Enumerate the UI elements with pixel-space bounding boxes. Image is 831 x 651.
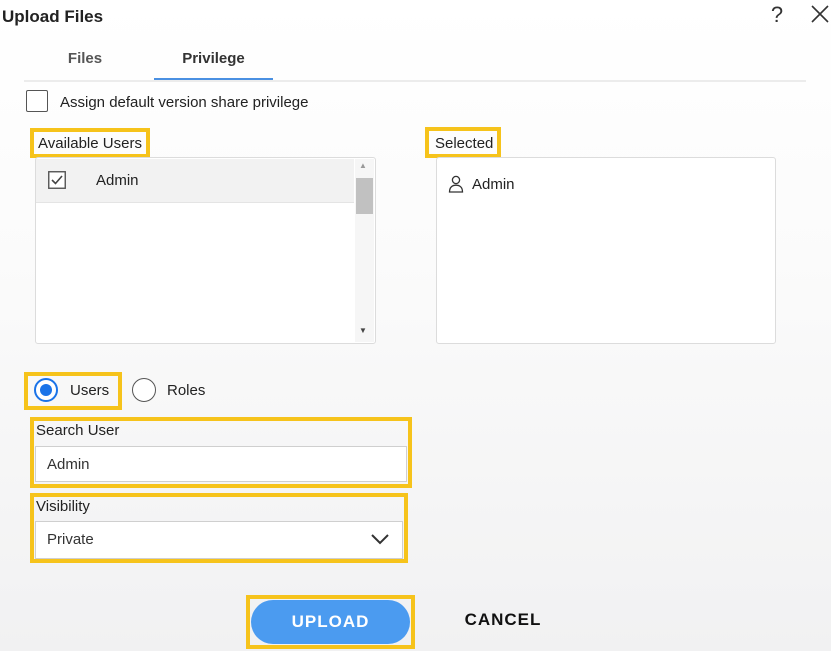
list-item-label: Admin bbox=[96, 172, 139, 189]
checkbox-checked-icon[interactable] bbox=[48, 171, 66, 189]
upload-button[interactable]: UPLOAD bbox=[251, 600, 410, 644]
selected-item-label: Admin bbox=[472, 176, 515, 193]
tab-files[interactable]: Files bbox=[30, 48, 140, 78]
visibility-label: Visibility bbox=[36, 498, 90, 515]
search-user-input[interactable] bbox=[35, 446, 407, 482]
roles-radio[interactable] bbox=[132, 378, 156, 402]
scroll-thumb[interactable] bbox=[356, 178, 373, 214]
selected-label: Selected bbox=[425, 127, 502, 158]
available-users-label: Available Users bbox=[30, 128, 150, 158]
list-item[interactable] bbox=[36, 159, 354, 203]
user-icon bbox=[448, 175, 464, 193]
scroll-up-icon[interactable]: ▲ bbox=[359, 161, 367, 170]
close-icon[interactable] bbox=[809, 2, 831, 26]
assign-default-checkbox[interactable] bbox=[26, 90, 48, 112]
help-icon[interactable]: ? bbox=[767, 2, 787, 28]
tab-divider bbox=[24, 80, 806, 82]
visibility-value: Private bbox=[47, 531, 94, 548]
users-radio-label[interactable]: Users bbox=[70, 382, 109, 399]
dialog-title: Upload Files bbox=[2, 7, 104, 26]
search-user-label: Search User bbox=[36, 422, 120, 439]
scroll-down-icon[interactable]: ▼ bbox=[359, 326, 367, 335]
cancel-button[interactable]: CANCEL bbox=[456, 610, 550, 630]
chevron-down-icon[interactable] bbox=[370, 532, 390, 546]
assign-default-label: Assign default version share privilege bbox=[60, 94, 309, 111]
users-radio[interactable] bbox=[34, 378, 58, 402]
tab-privilege[interactable]: Privilege bbox=[154, 48, 273, 80]
roles-radio-label[interactable]: Roles bbox=[167, 382, 205, 399]
